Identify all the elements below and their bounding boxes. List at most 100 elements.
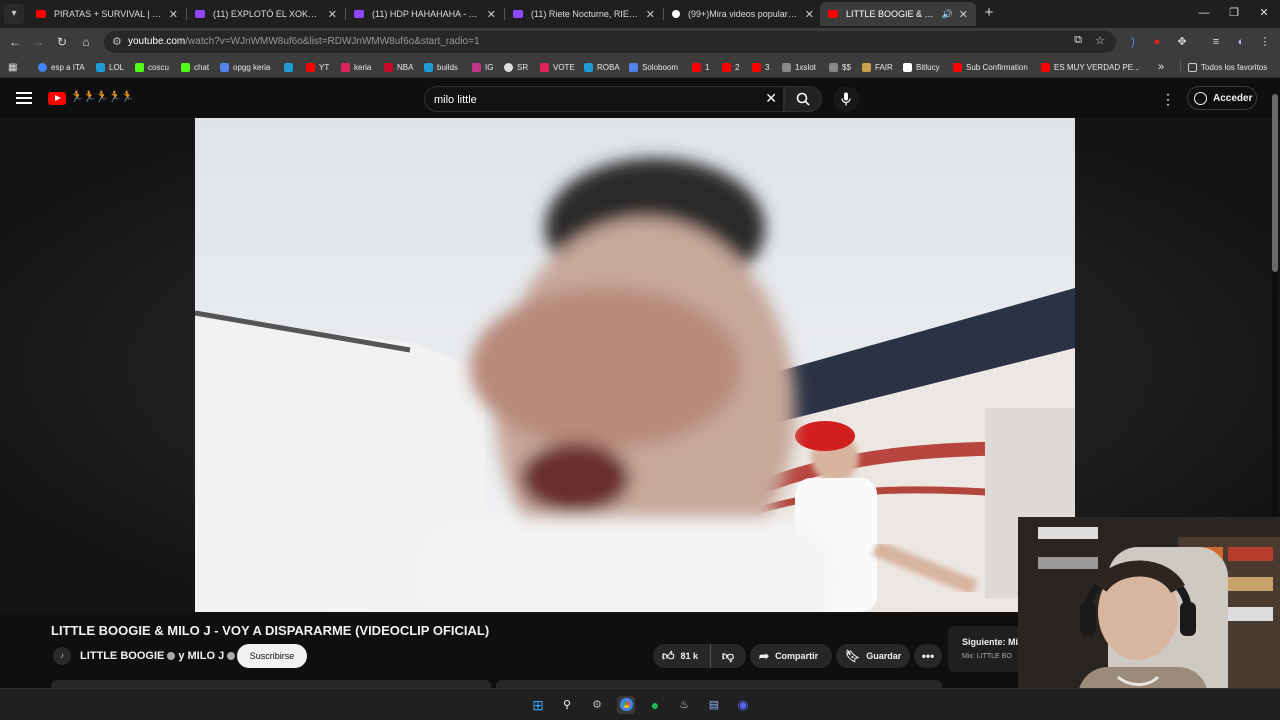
bookmark-favicon-icon <box>903 62 912 72</box>
sign-in-button[interactable]: Acceder <box>1187 86 1257 110</box>
minimize-button[interactable]: — <box>1195 4 1213 22</box>
share-button[interactable]: ➦ Compartir <box>750 644 832 668</box>
clear-search-icon[interactable]: ✕ <box>765 90 777 107</box>
video-player[interactable] <box>195 118 1075 612</box>
profile-avatar-icon[interactable]: ◐ <box>1232 33 1250 51</box>
tab-xokas-twitch[interactable]: (11) EXPLOTÓ EL XOKAS - Twitc ✕ <box>187 2 345 26</box>
windows-start-icon[interactable]: ⊞ <box>529 696 547 714</box>
speaker-audio-icon[interactable]: 🔊 <box>942 9 953 20</box>
discord-icon[interactable]: ◉ <box>734 696 752 714</box>
new-tab-button[interactable]: + <box>980 4 998 22</box>
youtube-logo-icon[interactable] <box>48 92 66 105</box>
bookmark-item[interactable]: ROBA <box>584 59 620 75</box>
save-button[interactable]: 🔖︎ Guardar <box>836 644 910 668</box>
steelseries-icon[interactable]: ⚙ <box>588 696 606 714</box>
voice-search-button[interactable] <box>833 86 859 112</box>
tab-little-boogie-active[interactable]: LITTLE BOOGIE & MILO J - V 🔊 ✕ <box>820 2 976 26</box>
tiktok-favicon-icon <box>672 10 680 18</box>
comments-box[interactable] <box>496 680 942 688</box>
bookmark-item[interactable]: chat <box>181 59 209 75</box>
tab-search-chevron-icon[interactable]: ▾ <box>4 4 24 24</box>
youtube-doodle[interactable]: 🏃🏃🏃🏃🏃 <box>70 90 134 103</box>
tab-close-icon[interactable]: ✕ <box>169 8 178 21</box>
bookmark-favicon-icon <box>629 62 638 72</box>
up-next-card[interactable]: Siguiente: Mi Mix: LITTLE BO <box>948 626 1028 672</box>
apps-grid-icon[interactable]: ▦ <box>8 59 17 75</box>
bookmark-item[interactable]: 1xslot <box>782 59 816 75</box>
close-window-button[interactable]: ✕ <box>1255 4 1273 22</box>
bookmark-favicon-icon <box>782 62 791 72</box>
bookmark-item[interactable]: Soloboom <box>629 59 678 75</box>
extension-speech-icon[interactable]: ) <box>1124 33 1142 51</box>
instagram-favicon-icon <box>472 62 481 72</box>
bookmark-item[interactable]: Bitlucy <box>903 59 940 75</box>
google-favicon-icon <box>38 62 47 72</box>
restore-button[interactable]: ❐ <box>1225 4 1243 22</box>
media-queue-icon[interactable]: ≡ <box>1207 33 1225 51</box>
like-button[interactable]: 👍︎ 81 k <box>653 644 711 668</box>
bookmark-item[interactable] <box>284 59 297 75</box>
bookmark-item[interactable]: FAIR <box>862 59 893 75</box>
bookmark-item[interactable]: opgg keria <box>220 59 270 75</box>
search-box[interactable]: ✕ <box>424 86 784 112</box>
steam-icon[interactable]: ♨ <box>675 696 693 714</box>
address-bar[interactable]: ⚙ youtube.com/watch?v=WJnWMW8uf6o&list=R… <box>104 31 1116 53</box>
tab-close-icon[interactable]: ✕ <box>805 8 814 21</box>
bookmark-item[interactable]: IG <box>472 59 493 75</box>
settings-more-icon[interactable]: ⋮ <box>1160 90 1176 108</box>
bookmark-item[interactable]: $$ <box>829 59 851 75</box>
site-info-icon[interactable]: ⚙ <box>112 35 122 48</box>
tab-tiktok[interactable]: (99+)Mira videos populares sel ✕ <box>664 2 822 26</box>
install-app-icon[interactable]: ⧉ <box>1070 34 1086 47</box>
tab-close-icon[interactable]: ✕ <box>959 8 968 21</box>
tab-piratas[interactable]: PIRATAS + SURVIVAL | WindRo ✕ <box>28 2 186 26</box>
home-icon[interactable]: ⌂ <box>77 33 95 51</box>
bookmark-star-icon[interactable]: ☆ <box>1092 34 1108 47</box>
bookmark-item[interactable]: builds <box>424 59 458 75</box>
bookmark-item[interactable]: 3 <box>752 59 769 75</box>
bookmark-item[interactable]: SR <box>504 59 528 75</box>
reload-icon[interactable]: ↻ <box>53 33 71 51</box>
bookmark-item[interactable]: 2 <box>722 59 739 75</box>
search-button[interactable] <box>784 86 822 112</box>
bookmark-label: $$ <box>842 62 851 72</box>
browser-menu-icon[interactable]: ⋮ <box>1256 33 1274 51</box>
search-input[interactable] <box>434 91 754 108</box>
bookmark-item[interactable]: 1 <box>692 59 709 75</box>
scrollbar-thumb[interactable] <box>1272 94 1278 272</box>
tab-close-icon[interactable]: ✕ <box>487 8 496 21</box>
subscribe-button[interactable]: Suscribirse <box>237 644 307 668</box>
search-icon[interactable]: ⚲ <box>558 696 576 714</box>
notepad-icon[interactable]: ▤ <box>705 696 723 714</box>
up-next-label: Siguiente: Mi <box>962 637 1018 647</box>
forward-arrow-icon[interactable]: → <box>29 33 47 51</box>
bookmark-item[interactable]: VOTE <box>540 59 575 75</box>
spotify-icon[interactable]: ● <box>646 696 664 714</box>
bookmark-item[interactable]: Sub Confirmation <box>953 59 1028 75</box>
extension-red-icon[interactable]: ● <box>1148 33 1166 51</box>
tab-close-icon[interactable]: ✕ <box>646 8 655 21</box>
bookmark-item[interactable]: YT <box>306 59 329 75</box>
channel-avatar[interactable]: ♪ <box>53 647 71 665</box>
bookmark-item[interactable]: esp a ITA <box>38 59 85 75</box>
channel-join: y MILO J <box>178 650 225 662</box>
hamburger-menu-icon[interactable] <box>16 90 32 106</box>
dislike-button[interactable]: 👎︎ <box>711 649 745 664</box>
more-actions-button[interactable]: ••• <box>914 644 942 668</box>
back-arrow-icon[interactable]: ← <box>6 33 24 51</box>
share-arrow-icon: ➦ <box>759 649 770 663</box>
description-box[interactable] <box>51 680 491 688</box>
bookmark-item[interactable]: keria <box>341 59 371 75</box>
extensions-puzzle-icon[interactable]: ✥ <box>1173 33 1191 51</box>
all-bookmarks-folder[interactable]: Todos los favoritos <box>1188 59 1267 75</box>
bookmark-item[interactable]: LOL <box>96 59 124 75</box>
bookmarks-overflow-icon[interactable]: » <box>1158 59 1164 75</box>
channel-name[interactable]: LITTLE BOOGIE y MILO J <box>80 650 238 662</box>
tab-riete-twitch[interactable]: (11) Riete Nocturne, RIETE ! xdd ✕ <box>505 2 663 26</box>
tab-hdp-twitch[interactable]: (11) HDP HAHAHAHA - Twitch ✕ <box>346 2 504 26</box>
bookmark-item[interactable]: ES MUY VERDAD PE... <box>1041 59 1140 75</box>
chrome-icon[interactable] <box>617 696 635 714</box>
bookmark-item[interactable]: coscu <box>135 59 169 75</box>
tab-close-icon[interactable]: ✕ <box>328 8 337 21</box>
bookmark-item[interactable]: NBA <box>384 59 413 75</box>
